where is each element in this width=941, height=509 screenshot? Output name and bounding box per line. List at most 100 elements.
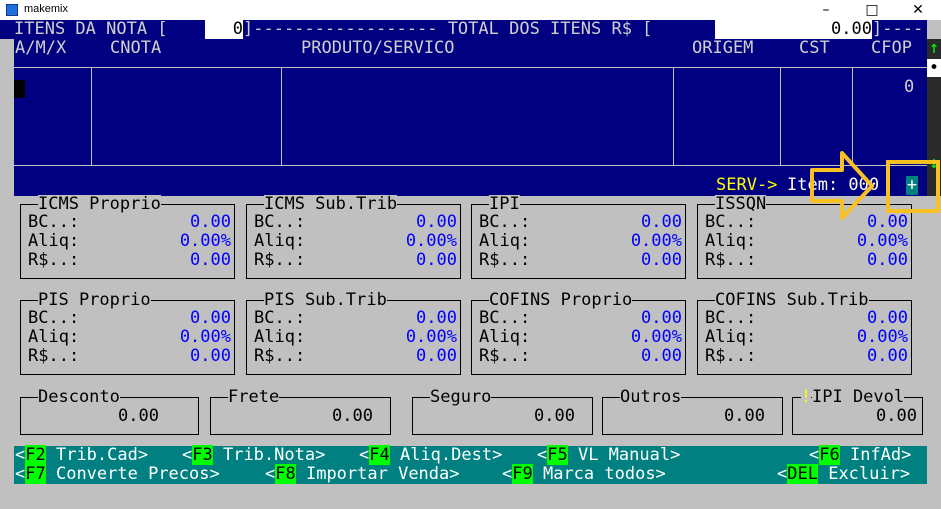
rs-value: 0.00 [867, 346, 908, 366]
function-keys-row-1: <F2 Trib.Cad> <F3 Trib.Nota> <F4 Aliq.De… [14, 445, 927, 465]
rs-label: R$..: [28, 346, 80, 366]
aliq-label: Aliq: [479, 231, 531, 251]
rs-label: R$..: [28, 250, 80, 270]
aliq-label: Aliq: [705, 231, 757, 251]
rs-label: R$..: [254, 346, 306, 366]
annotation-arrow-icon [810, 151, 874, 220]
f3-key: F3 [192, 445, 213, 465]
ipi-devol-field[interactable]: ! IPI Devol 0.00 [792, 388, 923, 435]
scroll-thumb[interactable]: • [927, 59, 941, 78]
field-value: 0.00 [534, 406, 575, 426]
fkey-f6[interactable]: <F6 InfAd> [809, 445, 912, 465]
frete-field[interactable]: Frete 0.00 [210, 388, 391, 435]
itens-label: ITENS DA NOTA [ [14, 19, 168, 39]
outros-field[interactable]: Outros 0.00 [602, 388, 783, 435]
fkey-del[interactable]: <DEL Excluir> [777, 464, 911, 484]
grid-header-divider [14, 67, 927, 68]
window-title: makemix [24, 3, 69, 15]
rs-value: 0.00 [190, 250, 231, 270]
bc-label: BC..: [705, 212, 757, 232]
rs-value: 0.00 [190, 346, 231, 366]
grid-col-divider [673, 67, 674, 165]
field-value: 0.00 [118, 406, 159, 426]
aliq-value: 0.00% [405, 327, 457, 347]
fkey-f7[interactable]: <F7 Converte Precos> [15, 464, 220, 484]
field-value: 0.00 [876, 406, 917, 426]
aliq-label: Aliq: [254, 231, 306, 251]
col-amx: A/M/X [15, 38, 67, 58]
f5-label: VL Manual> [567, 445, 681, 465]
rs-label: R$..: [479, 250, 531, 270]
f2-key: F2 [25, 445, 46, 465]
rs-value: 0.00 [641, 346, 682, 366]
f4-label: Aliq.Dest> [389, 445, 503, 465]
aliq-value: 0.00% [856, 327, 908, 347]
items-grid[interactable]: A/M/X CNOTA PRODUTO/SERVICO ORIGEM CST C… [14, 39, 927, 196]
ipi-group: IPI BC..: 0.00 Aliq: 0.00% R$..: 0.00 [471, 195, 686, 279]
rs-label: R$..: [705, 346, 757, 366]
aliq-value: 0.00% [179, 327, 231, 347]
col-cfop: CFOP [871, 38, 912, 58]
header-line: ITENS DA NOTA [ 0 ]------------------ TO… [0, 20, 927, 39]
bc-value: 0.00 [190, 308, 231, 328]
f2-label: Trib.Cad> [45, 445, 149, 465]
fkey-f8[interactable]: <F8 Importar Venda> [265, 464, 460, 484]
header-separator: ]------------------ TOTAL DOS ITENS R$ [ [243, 19, 653, 39]
fkey-f5[interactable]: <F5 VL Manual> [537, 445, 681, 465]
icms-proprio-group: ICMS Proprio BC..: 0.00 Aliq: 0.00% R$..… [20, 195, 235, 279]
aliq-value: 0.00% [856, 231, 908, 251]
fkey-f4[interactable]: <F4 Aliq.Dest> [359, 445, 503, 465]
f8-label: Importar Venda> [295, 464, 460, 484]
aliq-label: Aliq: [479, 327, 531, 347]
bc-label: BC..: [479, 308, 531, 328]
col-cst: CST [799, 38, 830, 58]
seguro-field[interactable]: Seguro 0.00 [412, 388, 593, 435]
desconto-field[interactable]: Desconto 0.00 [20, 388, 199, 435]
field-title: Desconto [38, 387, 120, 407]
cofins-subtrib-group: COFINS Sub.Trib BC..: 0.00 Aliq: 0.00% R… [697, 291, 912, 375]
aliq-label: Aliq: [28, 327, 80, 347]
fkey-f3[interactable]: <F3 Trib.Nota> [182, 445, 325, 465]
minimize-button[interactable]: – [803, 0, 849, 20]
bc-label: BC..: [28, 308, 80, 328]
f6-key: F6 [819, 445, 840, 465]
fkey-f9[interactable]: <F9 Marca todos> [502, 464, 666, 484]
field-title: Outros [620, 387, 682, 407]
field-title: Frete [228, 387, 280, 407]
header-tail: ]---- [872, 19, 924, 39]
bc-label: BC..: [254, 308, 306, 328]
grid-col-divider [91, 67, 92, 165]
f6-label: InfAd> [839, 445, 912, 465]
pis-subtrib-group: PIS Sub.Trib BC..: 0.00 Aliq: 0.00% R$..… [246, 291, 461, 375]
f8-key: F8 [275, 464, 296, 484]
rs-value: 0.00 [416, 250, 457, 270]
rs-label: R$..: [479, 346, 531, 366]
aliq-value: 0.00% [630, 327, 682, 347]
bc-value: 0.00 [867, 308, 908, 328]
icms-subtrib-group: ICMS Sub.Trib BC..: 0.00 Aliq: 0.00% R$.… [246, 195, 461, 279]
title-bar: makemix – □ ✕ [0, 0, 941, 20]
pis-proprio-group: PIS Proprio BC..: 0.00 Aliq: 0.00% R$..:… [20, 291, 235, 375]
rs-value: 0.00 [416, 346, 457, 366]
col-cnota: CNOTA [110, 38, 162, 58]
f5-key: F5 [547, 445, 568, 465]
f7-label: Converte Precos> [45, 464, 220, 484]
grid-col-divider [780, 67, 781, 165]
close-button[interactable]: ✕ [895, 0, 941, 20]
f7-key: F7 [25, 464, 46, 484]
aliq-value: 0.00% [179, 231, 231, 251]
maximize-button[interactable]: □ [849, 0, 895, 20]
field-title: IPI Devol [812, 387, 905, 407]
field-value: 0.00 [332, 406, 373, 426]
del-label: Excluir> [817, 464, 911, 484]
bc-label: BC..: [479, 212, 531, 232]
rs-value: 0.00 [867, 250, 908, 270]
fkey-f2[interactable]: <F2 Trib.Cad> [15, 445, 149, 465]
rs-value: 0.00 [641, 250, 682, 270]
itens-count: 0 [205, 20, 243, 39]
annotation-highlight-box [886, 160, 940, 213]
scroll-up-icon[interactable]: ↑ [927, 39, 941, 58]
grid-footer-divider [14, 165, 927, 166]
grid-col-divider [281, 67, 282, 165]
text-cursor [14, 80, 25, 98]
